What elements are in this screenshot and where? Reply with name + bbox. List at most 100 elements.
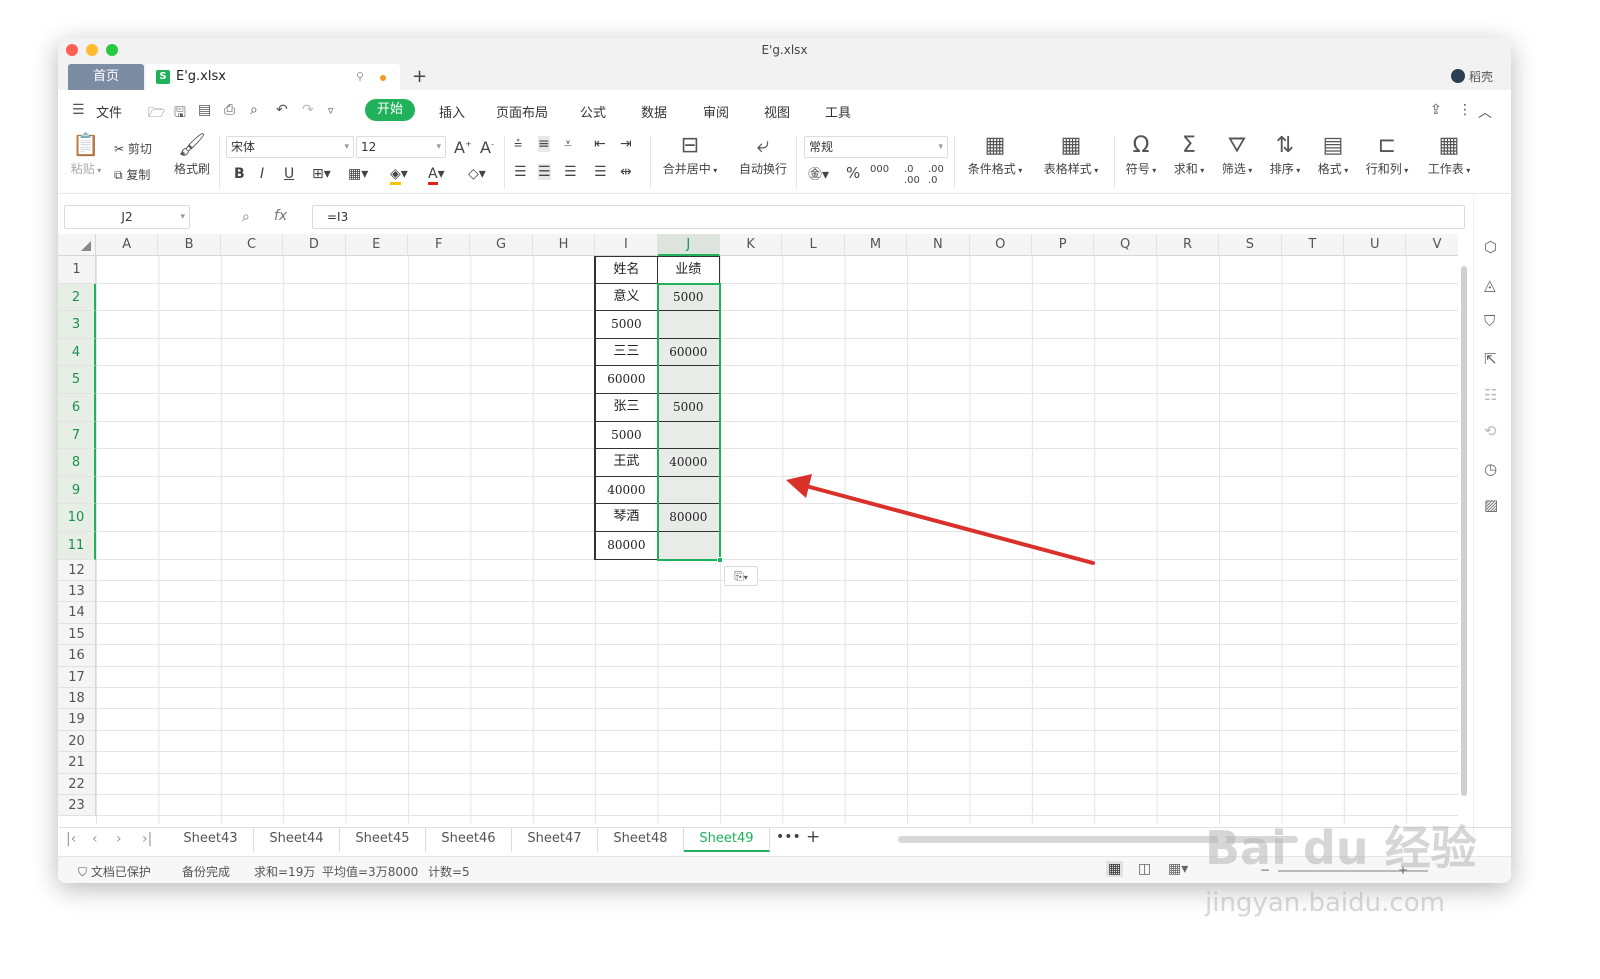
row-header-4[interactable]: 4 (58, 338, 96, 367)
decrease-font-icon[interactable]: A- (480, 138, 494, 157)
cell-i9[interactable]: 40000 (594, 476, 658, 505)
menu-data[interactable]: 数据 (641, 102, 667, 121)
align-right-icon[interactable]: ☰ (564, 164, 577, 180)
column-header-j[interactable]: J (657, 234, 720, 256)
menu-tools[interactable]: 工具 (825, 102, 851, 121)
column-header-k[interactable]: K (720, 234, 783, 256)
column-header-i[interactable]: I (595, 234, 658, 256)
align-center-icon[interactable]: ☰ (538, 164, 551, 180)
cell-j5[interactable] (657, 366, 720, 394)
cell-j8[interactable]: 40000 (657, 449, 720, 477)
cell-i4[interactable]: 三三 (594, 338, 658, 367)
share-icon[interactable]: ⇪ (1430, 102, 1442, 118)
undo-icon[interactable]: ↶ (276, 102, 288, 118)
image-icon[interactable]: ▨ (1484, 496, 1498, 514)
normal-view-icon[interactable]: ▦ (1106, 861, 1124, 877)
zoom-search-icon[interactable]: ⌕ (242, 209, 250, 225)
borders-icon[interactable]: ⊞▾ (312, 166, 331, 182)
row-header-15[interactable]: 15 (58, 623, 96, 646)
cell-style-icon[interactable]: ▦▾ (348, 166, 368, 182)
column-header-l[interactable]: L (782, 234, 845, 256)
sheet-tab-sheet45[interactable]: Sheet45 (340, 828, 426, 852)
cell-i1[interactable]: 姓名 (594, 256, 658, 284)
format-button[interactable]: ▤ 格式 ▾ (1312, 132, 1354, 177)
menu-page-layout[interactable]: 页面布局 (496, 102, 548, 121)
vertical-scroll-thumb[interactable] (1461, 266, 1467, 796)
cell-i8[interactable]: 王武 (594, 449, 658, 477)
currency-icon[interactable]: ㊎▾ (808, 164, 829, 184)
number-format-select[interactable]: 常规 ▾ (804, 136, 948, 158)
column-header-q[interactable]: Q (1094, 234, 1157, 256)
align-bottom-icon[interactable]: ⩡ (564, 136, 572, 152)
select-pointer-icon[interactable]: ⇱ (1484, 350, 1497, 368)
column-header-u[interactable]: U (1344, 234, 1407, 256)
row-header-14[interactable]: 14 (58, 602, 96, 624)
row-header-3[interactable]: 3 (58, 311, 96, 339)
redo-icon[interactable]: ↷ (302, 102, 314, 118)
paste-options-button[interactable]: ⎘▾ (724, 565, 758, 586)
sort-button[interactable]: ⇅ 排序 ▾ (1264, 132, 1306, 177)
column-header-r[interactable]: R (1156, 234, 1220, 256)
cell-j2[interactable]: 5000 (657, 283, 720, 312)
more-sheets-icon[interactable]: ••• (776, 829, 801, 845)
menu-file[interactable]: 文件 (96, 102, 122, 121)
fill-color-icon[interactable]: ◈▾ (390, 166, 408, 185)
column-header-m[interactable]: M (844, 234, 908, 256)
row-header-18[interactable]: 18 (58, 688, 96, 710)
select-all-corner[interactable] (58, 234, 96, 256)
print-preview-icon[interactable]: ⌕ (250, 102, 258, 118)
quick-access-dropdown-icon[interactable]: ▿ (328, 104, 334, 117)
tab-home[interactable]: 首页 (68, 64, 144, 90)
sheet-tab-sheet46[interactable]: Sheet46 (426, 828, 512, 852)
row-header-5[interactable]: 5 (58, 366, 96, 394)
cell-i3[interactable]: 5000 (594, 311, 658, 339)
column-header-p[interactable]: P (1032, 234, 1095, 256)
cell-j7[interactable] (657, 421, 720, 450)
distribute-icon[interactable]: ⇹ (620, 164, 632, 180)
worksheet-button[interactable]: ▦ 工作表 ▾ (1422, 132, 1476, 177)
cell-j3[interactable] (657, 311, 720, 339)
sheet-tab-sheet44[interactable]: Sheet44 (254, 828, 340, 852)
copy-button[interactable]: ⧉ 复制 (114, 166, 150, 183)
cell-j6[interactable]: 5000 (657, 394, 720, 422)
tab-document[interactable]: S E'g.xlsx ⚲ (146, 64, 400, 90)
pin-icon[interactable]: ⚲ (356, 64, 364, 90)
last-sheet-icon[interactable]: ›| (142, 831, 152, 847)
bold-icon[interactable]: B (234, 166, 245, 182)
history-icon[interactable]: ◷ (1484, 460, 1497, 478)
increase-decimal-icon[interactable]: .0.00 (904, 164, 920, 186)
cell-j1[interactable]: 业绩 (657, 256, 720, 284)
row-header-17[interactable]: 17 (58, 666, 96, 688)
row-header-22[interactable]: 22 (58, 773, 96, 795)
format-painter-button[interactable]: 🖌 格式刷 (172, 132, 212, 177)
column-header-t[interactable]: T (1281, 234, 1344, 256)
thousands-icon[interactable]: 000 (870, 164, 889, 175)
clear-icon[interactable]: ◇▾ (468, 166, 486, 182)
increase-font-icon[interactable]: A+ (454, 138, 472, 157)
add-sheet-button[interactable]: + (806, 827, 820, 847)
sync-icon[interactable]: ⟲ (1484, 422, 1497, 440)
fill-handle[interactable] (717, 556, 723, 563)
sum-button[interactable]: Σ 求和 ▾ (1168, 132, 1210, 177)
column-header-c[interactable]: C (220, 234, 284, 256)
user-account[interactable]: 稻壳 (1450, 68, 1493, 85)
italic-icon[interactable]: I (260, 166, 264, 182)
row-header-1[interactable]: 1 (58, 256, 96, 284)
formula-input[interactable]: =I3 (312, 205, 1465, 229)
column-header-s[interactable]: S (1219, 234, 1282, 256)
page-break-view-icon[interactable]: ▦▾ (1168, 861, 1188, 877)
column-header-g[interactable]: G (470, 234, 533, 256)
cell-area[interactable] (96, 256, 1458, 824)
paste-button[interactable]: 📋 粘贴 ▾ (66, 132, 106, 177)
cell-j4[interactable]: 60000 (657, 338, 720, 367)
row-header-20[interactable]: 20 (58, 730, 96, 753)
font-size-select[interactable]: 12 ▾ (356, 136, 446, 158)
wrap-text-button[interactable]: ⤶ 自动换行 (734, 132, 792, 177)
decrease-decimal-icon[interactable]: .00.0 (928, 164, 944, 186)
table-style-button[interactable]: ▦ 表格样式 ▾ (1036, 132, 1106, 177)
menu-view[interactable]: 视图 (764, 102, 790, 121)
backup-status[interactable]: 备份完成 (182, 863, 230, 880)
name-box[interactable]: J2 ▾ (64, 205, 190, 229)
column-header-f[interactable]: F (408, 234, 471, 256)
column-header-v[interactable]: V (1406, 234, 1458, 256)
